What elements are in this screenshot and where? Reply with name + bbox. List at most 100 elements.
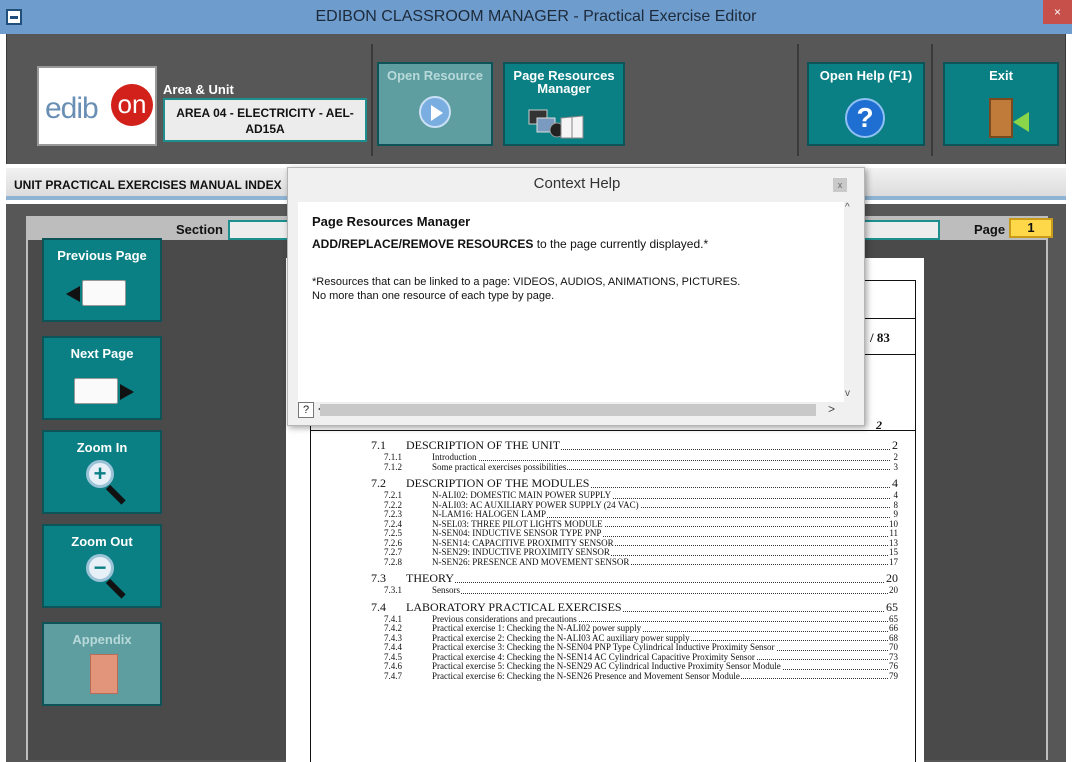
toc-page-number: 15: [888, 548, 898, 558]
scroll-down-icon[interactable]: v: [845, 388, 850, 399]
toc-page-number: 76: [888, 662, 898, 672]
exit-button[interactable]: Exit: [943, 62, 1059, 146]
toc-title: Some practical exercises possibilities: [432, 462, 568, 472]
arrow-right-icon: [120, 384, 134, 400]
context-help-note: No more than one resource of each type b…: [312, 290, 555, 302]
toc-title: THEORY: [406, 571, 455, 586]
toc-page-number: 65: [885, 599, 898, 615]
logo-text: edib: [45, 92, 99, 125]
toc-number: 7.2.5: [384, 529, 402, 538]
context-help-description: ADD/REPLACE/REMOVE RESOURCES to the page…: [312, 237, 708, 251]
toc-title: N-SEN04: INDUCTIVE SENSOR TYPE PNP: [432, 529, 603, 539]
toc-title: DESCRIPTION OF THE UNIT: [406, 438, 562, 453]
toc-section-row: 7.3 THEORY 20: [286, 571, 924, 586]
toc-page-number: 20: [888, 586, 898, 596]
vertical-scrollbar[interactable]: ^ v: [844, 202, 856, 402]
toc-subsection-row: 7.4.4 Practical exercise 3: Checking the …: [286, 643, 924, 653]
toc-number: 7.4.1: [384, 614, 402, 624]
toc-number: 7.4.5: [384, 652, 402, 662]
toc-number: 7.2: [371, 476, 386, 490]
open-help-button[interactable]: Open Help (F1) ?: [807, 62, 925, 146]
help-question-icon: ?: [845, 98, 885, 138]
section-label: Section: [176, 222, 223, 237]
toc-subsection-row: 7.4.7 Practical exercise 6: Checking the …: [286, 671, 924, 681]
title-bar: EDIBON CLASSROOM MANAGER - Practical Exe…: [0, 0, 1072, 34]
toc-section-row: 7.1 DESCRIPTION OF THE UNIT 2: [286, 438, 924, 453]
open-resource-button[interactable]: Open Resource: [377, 62, 493, 146]
toc-number: 7.3.1: [384, 586, 402, 595]
toc-subsection-row: 7.4.2 Practical exercise 1: Checking the …: [286, 624, 924, 634]
toc-number: 7.2.1: [384, 491, 402, 500]
toc-number: 7.4.4: [384, 643, 402, 652]
toc-subsection-row: 7.2.6 N-SEN14: CAPACITIVE PROXIMITY SENSO…: [286, 538, 924, 548]
area-unit-label: Area & Unit: [163, 82, 234, 97]
toc-subsection-row: 7.3.1 Sensors 20: [286, 586, 924, 596]
arrow-left-icon: [66, 286, 80, 302]
toc-subsection-row: 7.2.2 N-ALI03: AC AUXILIARY POWER SUPPLY …: [286, 500, 924, 510]
toc-number: 7.4.3: [384, 633, 402, 643]
toc-number: 7.4.7: [384, 671, 402, 681]
open-help-label: Open Help (F1): [819, 68, 913, 83]
help-icon[interactable]: ?: [298, 402, 314, 418]
toc-number: 7.4: [371, 599, 386, 614]
document-page-count: / 83: [870, 330, 890, 345]
context-help-emphasis: ADD/REPLACE/REMOVE RESOURCES: [312, 237, 534, 251]
toc-subsection-row: 7.4.5 Practical exercise 4: Checking the …: [286, 652, 924, 662]
zoom-in-button[interactable]: Zoom In +: [42, 430, 162, 514]
book-icon: [74, 378, 118, 404]
exit-door-icon: [989, 98, 1013, 138]
appendix-button[interactable]: Appendix: [42, 622, 162, 706]
scroll-up-icon[interactable]: ^: [845, 202, 850, 213]
toc-title: DESCRIPTION OF THE MODULES: [406, 476, 591, 491]
toc-page-number: 13: [888, 538, 898, 548]
previous-page-button[interactable]: Previous Page: [42, 238, 162, 322]
toc-number: 7.4.6: [384, 662, 402, 671]
toc-title: Introduction: [432, 453, 478, 463]
toc-page-number: 4: [892, 491, 898, 501]
window-close-button[interactable]: ×: [1043, 0, 1072, 24]
context-help-close-button[interactable]: x: [833, 178, 847, 192]
toc-page-number: 65: [888, 614, 898, 624]
page-number-field[interactable]: 1: [1009, 218, 1053, 238]
context-help-content: Page Resources Manager ADD/REPLACE/REMOV…: [298, 202, 844, 402]
toc-number: 7.2.6: [384, 538, 402, 548]
page-label: Page: [974, 222, 1006, 237]
page-resources-label: Page Resources Manager: [513, 68, 615, 96]
page-resources-manager-button[interactable]: Page Resources Manager: [503, 62, 625, 146]
manual-index-title: UNIT PRACTICAL EXERCISES MANUAL INDEX: [14, 178, 282, 192]
toc-page-number: 17: [888, 557, 898, 567]
toc-number: 7.4.2: [384, 624, 402, 633]
toc-subsection-row: 7.2.3 N-LAM16: HALOGEN LAMP 9: [286, 510, 924, 520]
toc-title: Practical exercise 6: Checking the N-SEN…: [432, 671, 741, 681]
toc-dot-leader: [432, 586, 890, 594]
zoom-out-button[interactable]: Zoom Out −: [42, 524, 162, 608]
context-help-description-rest: to the page currently displayed.*: [533, 237, 709, 251]
next-page-button[interactable]: Next Page: [42, 336, 162, 420]
toc-subsection-row: 7.4.6 Practical exercise 5: Checking the …: [286, 662, 924, 672]
toolbar-divider: [931, 44, 933, 156]
horizontal-scrollbar[interactable]: ? < >: [298, 402, 844, 418]
toc-number: 7.1: [371, 438, 386, 452]
table-of-contents: 7.1 DESCRIPTION OF THE UNIT 2 7.1.1 Introduc…: [286, 434, 924, 681]
toc-title: N-ALI03: AC AUXILIARY POWER SUPPLY (24 V…: [432, 500, 640, 510]
zoom-out-label: Zoom Out: [71, 534, 133, 549]
toc-title: LABORATORY PRACTICAL EXERCISES: [406, 599, 623, 615]
book-icon: [82, 280, 126, 306]
toc-number: 7.1.1: [384, 453, 402, 462]
edibon-logo: edib on: [37, 66, 157, 146]
toc-number: 7.1.2: [384, 462, 402, 472]
toc-page-number: 2: [892, 453, 898, 463]
scrollbar-thumb[interactable]: [320, 404, 816, 416]
toolbar-divider: [797, 44, 799, 156]
toc-subsection-row: 7.4.1 Previous considerations and precaut…: [286, 614, 924, 624]
toc-subsection-row: 7.2.8 N-SEN26: PRESENCE AND MOVEMENT SENS…: [286, 557, 924, 567]
toc-subsection-row: 7.1.2 Some practical exercises possibilit…: [286, 462, 924, 472]
previous-page-label: Previous Page: [57, 248, 147, 263]
scroll-right-icon[interactable]: >: [828, 402, 835, 416]
context-help-window: Context Help x Page Resources Manager AD…: [287, 167, 865, 426]
toc-title: Practical exercise 5: Checking the N-SEN…: [432, 662, 782, 672]
toc-number: 7.2.7: [384, 548, 402, 557]
toc-title: N-ALI02: DOMESTIC MAIN POWER SUPPLY: [432, 491, 613, 501]
appendix-document-icon: [90, 654, 118, 694]
toc-page-number: 3: [892, 462, 898, 472]
